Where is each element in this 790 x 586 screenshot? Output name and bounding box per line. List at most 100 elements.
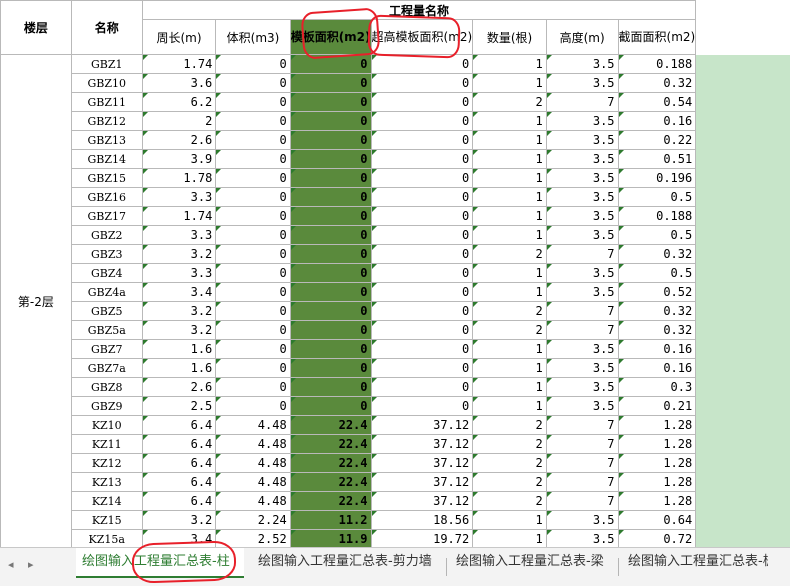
formwork-area-cell[interactable]: 22.4	[289, 434, 372, 454]
count-cell[interactable]: 1	[472, 339, 547, 359]
high-formwork-area-cell[interactable]: 0	[370, 149, 474, 169]
volume-cell[interactable]: 2.24	[215, 510, 291, 530]
empty-cell[interactable]	[695, 377, 790, 397]
formwork-area-cell[interactable]: 0	[289, 225, 372, 245]
high-formwork-area-cell[interactable]: 0	[370, 377, 474, 397]
volume-cell[interactable]: 4.48	[215, 434, 291, 454]
name-cell[interactable]: GBZ13	[70, 130, 143, 150]
volume-cell[interactable]: 0	[215, 225, 291, 245]
volume-cell[interactable]: 0	[215, 54, 291, 74]
perimeter-cell[interactable]: 6.4	[141, 453, 217, 473]
empty-cell[interactable]	[695, 111, 790, 131]
header-volume[interactable]: 体积(m3)	[215, 19, 291, 55]
formwork-area-cell[interactable]: 0	[289, 377, 372, 397]
high-formwork-area-cell[interactable]: 0	[370, 225, 474, 245]
perimeter-cell[interactable]: 2	[141, 111, 217, 131]
empty-cell[interactable]	[695, 54, 790, 74]
formwork-area-cell[interactable]: 0	[289, 282, 372, 302]
formwork-area-cell[interactable]: 22.4	[289, 491, 372, 511]
perimeter-cell[interactable]: 3.9	[141, 149, 217, 169]
section-area-cell[interactable]: 0.32	[617, 244, 697, 264]
empty-cell[interactable]	[695, 187, 790, 207]
section-area-cell[interactable]: 0.64	[617, 510, 697, 530]
height-cell[interactable]: 3.5	[545, 111, 619, 131]
formwork-area-cell[interactable]: 0	[289, 54, 372, 74]
perimeter-cell[interactable]: 3.2	[141, 244, 217, 264]
volume-cell[interactable]: 0	[215, 358, 291, 378]
height-cell[interactable]: 7	[545, 491, 619, 511]
formwork-area-cell[interactable]: 0	[289, 111, 372, 131]
perimeter-cell[interactable]: 2.5	[141, 396, 217, 416]
header-count[interactable]: 数量(根)	[472, 19, 547, 55]
tab-beam-summary[interactable]: 绘图输入工程量汇总表-梁	[456, 548, 608, 578]
section-area-cell[interactable]: 1.28	[617, 434, 697, 454]
volume-cell[interactable]: 0	[215, 282, 291, 302]
high-formwork-area-cell[interactable]: 0	[370, 206, 474, 226]
formwork-area-cell[interactable]: 22.4	[289, 453, 372, 473]
section-area-cell[interactable]: 0.72	[617, 529, 697, 547]
height-cell[interactable]: 3.5	[545, 54, 619, 74]
count-cell[interactable]: 1	[472, 206, 547, 226]
section-area-cell[interactable]: 0.196	[617, 168, 697, 188]
formwork-area-cell[interactable]: 0	[289, 244, 372, 264]
section-area-cell[interactable]: 0.5	[617, 263, 697, 283]
formwork-area-cell[interactable]: 0	[289, 73, 372, 93]
high-formwork-area-cell[interactable]: 18.56	[370, 510, 474, 530]
perimeter-cell[interactable]: 6.4	[141, 434, 217, 454]
section-area-cell[interactable]: 1.28	[617, 415, 697, 435]
formwork-area-cell[interactable]: 0	[289, 149, 372, 169]
empty-cell[interactable]	[695, 510, 790, 530]
count-cell[interactable]: 2	[472, 472, 547, 492]
name-cell[interactable]: KZ14	[70, 491, 143, 511]
height-cell[interactable]: 7	[545, 434, 619, 454]
high-formwork-area-cell[interactable]: 0	[370, 130, 474, 150]
name-cell[interactable]: GBZ8	[70, 377, 143, 397]
high-formwork-area-cell[interactable]: 0	[370, 339, 474, 359]
high-formwork-area-cell[interactable]: 19.72	[370, 529, 474, 547]
empty-cell[interactable]	[695, 491, 790, 511]
count-cell[interactable]: 1	[472, 529, 547, 547]
height-cell[interactable]: 3.5	[545, 225, 619, 245]
perimeter-cell[interactable]: 1.74	[141, 206, 217, 226]
height-cell[interactable]: 7	[545, 244, 619, 264]
high-formwork-area-cell[interactable]: 0	[370, 358, 474, 378]
count-cell[interactable]: 1	[472, 282, 547, 302]
tab-shear-wall-summary[interactable]: 绘图输入工程量汇总表-剪力墙	[258, 548, 438, 578]
perimeter-cell[interactable]: 6.4	[141, 491, 217, 511]
volume-cell[interactable]: 0	[215, 377, 291, 397]
name-cell[interactable]: GBZ5	[70, 301, 143, 321]
empty-cell[interactable]	[695, 225, 790, 245]
name-cell[interactable]: KZ11	[70, 434, 143, 454]
formwork-area-cell[interactable]: 22.4	[289, 415, 372, 435]
height-cell[interactable]: 3.5	[545, 73, 619, 93]
name-cell[interactable]: GBZ12	[70, 111, 143, 131]
tab-slab-summary[interactable]: 绘图输入工程量汇总表-板	[628, 548, 768, 578]
section-area-cell[interactable]: 0.5	[617, 187, 697, 207]
empty-cell[interactable]	[695, 396, 790, 416]
section-area-cell[interactable]: 0.16	[617, 358, 697, 378]
volume-cell[interactable]: 0	[215, 149, 291, 169]
formwork-area-cell[interactable]: 0	[289, 320, 372, 340]
perimeter-cell[interactable]: 3.3	[141, 263, 217, 283]
name-cell[interactable]: KZ15a	[70, 529, 143, 547]
height-cell[interactable]: 3.5	[545, 358, 619, 378]
empty-cell[interactable]	[695, 130, 790, 150]
section-area-cell[interactable]: 0.54	[617, 92, 697, 112]
empty-cell[interactable]	[695, 206, 790, 226]
high-formwork-area-cell[interactable]: 0	[370, 73, 474, 93]
section-area-cell[interactable]: 0.21	[617, 396, 697, 416]
empty-cell[interactable]	[695, 244, 790, 264]
perimeter-cell[interactable]: 3.6	[141, 73, 217, 93]
empty-cell[interactable]	[695, 92, 790, 112]
empty-cell[interactable]	[695, 149, 790, 169]
name-cell[interactable]: GBZ4	[70, 263, 143, 283]
count-cell[interactable]: 1	[472, 149, 547, 169]
count-cell[interactable]: 2	[472, 244, 547, 264]
volume-cell[interactable]: 4.48	[215, 415, 291, 435]
name-cell[interactable]: GBZ3	[70, 244, 143, 264]
perimeter-cell[interactable]: 6.4	[141, 415, 217, 435]
header-floor[interactable]: 楼层	[0, 0, 72, 55]
volume-cell[interactable]: 0	[215, 73, 291, 93]
volume-cell[interactable]: 0	[215, 130, 291, 150]
tab-column-summary[interactable]: 绘图输入工程量汇总表-柱	[76, 548, 244, 578]
